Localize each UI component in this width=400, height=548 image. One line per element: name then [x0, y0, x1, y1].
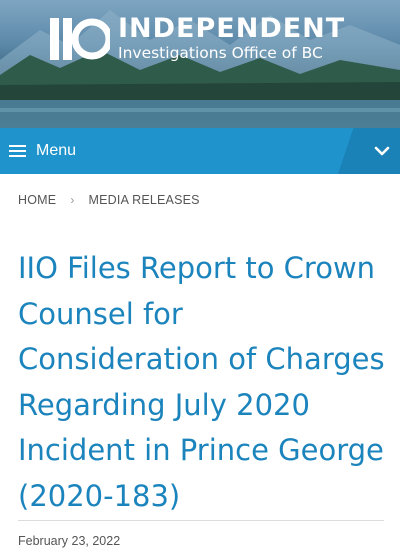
page-title: IIO Files Report to Crown Counsel for Co…: [18, 251, 385, 513]
logo-subtitle: Investigations Office of BC: [118, 44, 323, 62]
breadcrumb-home[interactable]: HOME: [18, 193, 56, 207]
menu-button[interactable]: Menu: [9, 128, 76, 174]
menu-label: Menu: [36, 142, 77, 159]
iio-logo-mark: [48, 14, 110, 64]
breadcrumb-media-releases[interactable]: MEDIA RELEASES: [89, 193, 200, 207]
site-logo[interactable]: INDEPENDENT Investigations Office of BC: [48, 14, 345, 64]
chevron-down-icon[interactable]: [374, 143, 390, 159]
breadcrumb: HOME › MEDIA RELEASES: [18, 193, 200, 207]
hamburger-icon: [9, 145, 26, 157]
header-banner: INDEPENDENT Investigations Office of BC: [0, 0, 400, 128]
chevron-right-icon: ›: [70, 193, 75, 207]
logo-title: INDEPENDENT: [118, 13, 346, 44]
menu-bar: Menu: [0, 128, 400, 174]
publish-date: February 23, 2022: [18, 534, 121, 548]
divider: [18, 520, 384, 521]
